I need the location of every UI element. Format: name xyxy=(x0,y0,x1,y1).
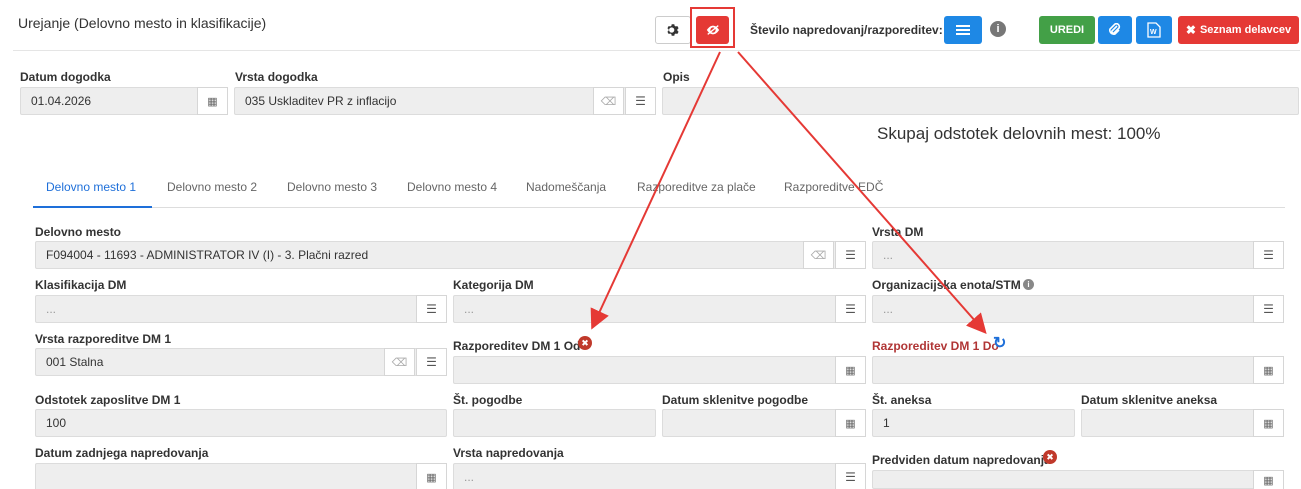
employee-list-button[interactable]: ✖ Seznam delavcev xyxy=(1178,16,1299,44)
event-type-value: 035 Uskladitev PR z inflacijo xyxy=(245,94,397,108)
svg-text:W: W xyxy=(1150,29,1157,36)
calendar-icon[interactable]: ▦ xyxy=(416,463,447,489)
calendar-icon[interactable]: ▦ xyxy=(1253,470,1284,489)
settings-button[interactable] xyxy=(655,16,691,44)
list-icon[interactable]: ☰ xyxy=(835,463,866,489)
refresh-icon[interactable]: ↻ xyxy=(993,333,1006,353)
list-icon[interactable]: ☰ xyxy=(835,241,866,269)
bars-icon xyxy=(956,25,970,35)
info-icon[interactable]: i xyxy=(1023,279,1034,290)
last-advancement-field[interactable]: ▦ xyxy=(35,463,447,489)
annex-number-value: 1 xyxy=(883,416,890,430)
highlight-box xyxy=(690,7,735,48)
eraser-icon[interactable]: ⌫ xyxy=(593,87,624,115)
workplace-type-label: Vrsta DM xyxy=(872,225,924,239)
active-tab-indicator xyxy=(33,206,152,208)
tab-workplace-2[interactable]: Delovno mesto 2 xyxy=(167,180,257,194)
planned-advancement-field[interactable]: ▦ xyxy=(872,470,1284,489)
word-file-icon: W xyxy=(1147,22,1161,38)
advance-count-label: Število napredovanj/razporeditev: 0 xyxy=(750,23,953,37)
org-unit-field[interactable]: ... ☰ xyxy=(872,295,1284,323)
header-divider xyxy=(13,50,1300,51)
event-date-field[interactable]: 01.04.2026 ▦ xyxy=(20,87,228,115)
contract-date-label: Datum sklenitve pogodbe xyxy=(662,393,809,407)
calendar-icon[interactable]: ▦ xyxy=(1253,409,1284,437)
employment-percentage-label: Odstotek zaposlitve DM 1 xyxy=(35,393,181,407)
list-icon[interactable]: ☰ xyxy=(416,348,447,376)
classification-label: Klasifikacija DM xyxy=(35,278,127,292)
list-button[interactable] xyxy=(944,16,982,44)
word-document-button[interactable]: W xyxy=(1136,16,1172,44)
paperclip-icon xyxy=(1109,23,1121,35)
assignment-to-label: Razporeditev DM 1 Do xyxy=(872,339,999,353)
category-value: ... xyxy=(464,302,475,316)
assignment-from-label: Razporeditev DM 1 Od xyxy=(453,339,581,353)
eraser-icon[interactable]: ⌫ xyxy=(384,348,415,376)
event-type-field[interactable]: 035 Uskladitev PR z inflacijo ⌫ ☰ xyxy=(234,87,656,115)
assignment-type-field[interactable]: 001 Stalna ⌫ ☰ xyxy=(35,348,447,376)
tab-workplace-1[interactable]: Delovno mesto 1 xyxy=(46,180,136,194)
category-label: Kategorija DM xyxy=(453,278,534,292)
employment-percentage-value: 100 xyxy=(46,416,67,430)
event-date-label: Datum dogodka xyxy=(20,70,111,84)
edit-button[interactable]: UREDI xyxy=(1039,16,1095,44)
contract-number-field[interactable] xyxy=(453,409,656,437)
description-label: Opis xyxy=(663,70,690,84)
event-type-label: Vrsta dogodka xyxy=(235,70,318,84)
tab-substitutions[interactable]: Nadomeščanja xyxy=(526,180,606,194)
eraser-icon[interactable]: ⌫ xyxy=(803,241,834,269)
classification-field[interactable]: ... ☰ xyxy=(35,295,447,323)
org-unit-value: ... xyxy=(883,302,894,316)
list-icon[interactable]: ☰ xyxy=(416,295,447,323)
employee-list-label: Seznam delavcev xyxy=(1199,24,1292,36)
calendar-icon[interactable]: ▦ xyxy=(1253,356,1284,384)
last-advancement-label: Datum zadnjega napredovanja xyxy=(35,446,209,460)
list-icon[interactable]: ☰ xyxy=(1253,241,1284,269)
description-field[interactable] xyxy=(662,87,1299,115)
annex-number-field[interactable]: 1 xyxy=(872,409,1075,437)
page-title: Urejanje (Delovno mesto in klasifikacije… xyxy=(18,15,267,31)
list-icon[interactable]: ☰ xyxy=(835,295,866,323)
clear-icon[interactable]: ✖ xyxy=(1043,450,1057,464)
advancement-type-value: ... xyxy=(464,470,475,484)
total-percentage: Skupaj odstotek delovnih mest: 100% xyxy=(877,124,1161,143)
list-icon[interactable]: ☰ xyxy=(625,87,656,115)
annex-date-field[interactable]: ▦ xyxy=(1081,409,1284,437)
assignment-type-value: 001 Stalna xyxy=(46,355,104,369)
workplace-type-field[interactable]: ... ☰ xyxy=(872,241,1284,269)
calendar-icon[interactable]: ▦ xyxy=(835,409,866,437)
tab-workplace-4[interactable]: Delovno mesto 4 xyxy=(407,180,497,194)
annex-number-label: Št. aneksa xyxy=(872,393,932,407)
contract-date-field[interactable]: ▦ xyxy=(662,409,866,437)
tab-divider xyxy=(33,207,1285,208)
tab-edc-assignments[interactable]: Razporeditve EDČ xyxy=(784,180,883,194)
tab-salary-assignments[interactable]: Razporeditve za plače xyxy=(637,180,756,194)
workplace-field[interactable]: F094004 - 11693 - ADMINISTRATOR IV (I) -… xyxy=(35,241,866,269)
calendar-icon[interactable]: ▦ xyxy=(197,87,228,115)
category-field[interactable]: ... ☰ xyxy=(453,295,866,323)
close-icon: ✖ xyxy=(1185,23,1196,37)
workplace-value: F094004 - 11693 - ADMINISTRATOR IV (I) -… xyxy=(46,248,369,262)
workplace-type-value: ... xyxy=(883,248,894,262)
classification-value: ... xyxy=(46,302,57,316)
tab-workplace-3[interactable]: Delovno mesto 3 xyxy=(287,180,377,194)
gear-icon xyxy=(667,24,679,36)
contract-number-label: Št. pogodbe xyxy=(453,393,523,407)
workplace-label: Delovno mesto xyxy=(35,225,122,239)
calendar-icon[interactable]: ▦ xyxy=(835,356,866,384)
advancement-type-field[interactable]: ... ☰ xyxy=(453,463,866,489)
planned-advancement-label: Predviden datum napredovanja xyxy=(872,453,1051,467)
assignment-type-label: Vrsta razporeditve DM 1 xyxy=(35,332,172,346)
event-date-value: 01.04.2026 xyxy=(31,94,92,108)
assignment-to-field[interactable]: ▦ xyxy=(872,356,1284,384)
employment-percentage-field[interactable]: 100 xyxy=(35,409,447,437)
clear-icon[interactable]: ✖ xyxy=(578,336,592,350)
annex-date-label: Datum sklenitve aneksa xyxy=(1081,393,1218,407)
list-icon[interactable]: ☰ xyxy=(1253,295,1284,323)
assignment-from-field[interactable]: ▦ xyxy=(453,356,866,384)
org-unit-label: Organizacijska enota/STM xyxy=(872,278,1021,292)
advancement-type-label: Vrsta napredovanja xyxy=(453,446,564,460)
info-icon[interactable]: i xyxy=(990,21,1006,37)
attachment-button[interactable] xyxy=(1098,16,1132,44)
